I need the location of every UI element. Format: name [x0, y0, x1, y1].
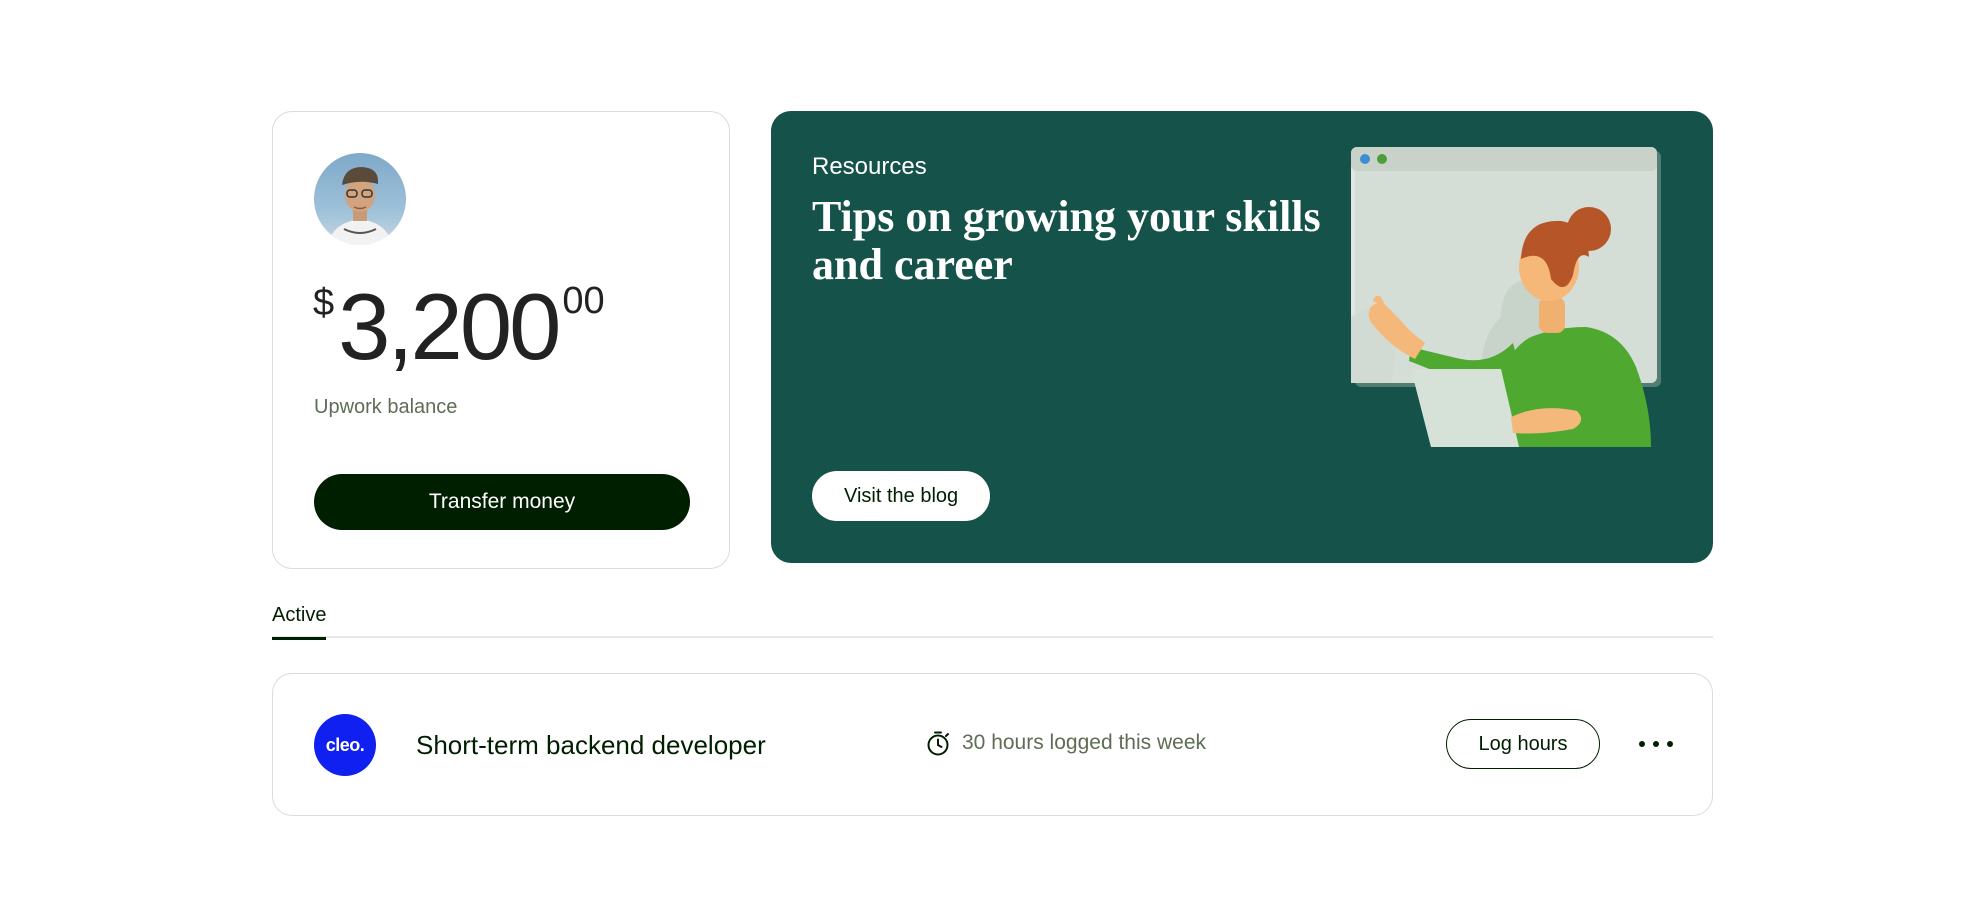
balance-whole: 3,200: [338, 274, 561, 379]
stopwatch-icon: [924, 729, 952, 757]
log-hours-button[interactable]: Log hours: [1446, 719, 1600, 769]
balance-amount: $ 3,200 00: [313, 272, 605, 374]
avatar: [314, 153, 406, 245]
contracts-tabs: Active: [272, 604, 1713, 640]
hours-text: 30 hours logged this week: [962, 731, 1206, 754]
balance-label: Upwork balance: [314, 396, 458, 418]
avatar-image: [328, 167, 392, 245]
resources-eyebrow: Resources: [812, 153, 927, 180]
resources-card: Resources Tips on growing your skills an…: [771, 111, 1713, 563]
resources-illustration: [1351, 147, 1661, 447]
currency-symbol: $: [313, 282, 335, 324]
client-logo: cleo.: [314, 714, 376, 776]
tab-active[interactable]: Active: [272, 604, 327, 640]
more-dot: [1639, 741, 1645, 747]
balance-card: $ 3,200 00 Upwork balance Transfer money: [272, 111, 730, 569]
contract-title[interactable]: Short-term backend developer: [416, 730, 766, 761]
visit-blog-button[interactable]: Visit the blog: [812, 471, 991, 521]
hours-logged: 30 hours logged this week: [924, 729, 1206, 757]
balance-cents: 00: [562, 280, 605, 322]
more-options-icon[interactable]: [1636, 729, 1676, 759]
more-dot: [1653, 741, 1659, 747]
resources-title: Tips on growing your skills and career: [812, 192, 1321, 289]
contract-row: cleo. Short-term backend developer 30 ho…: [272, 673, 1713, 816]
transfer-money-button[interactable]: Transfer money: [314, 474, 690, 530]
more-dot: [1667, 741, 1673, 747]
